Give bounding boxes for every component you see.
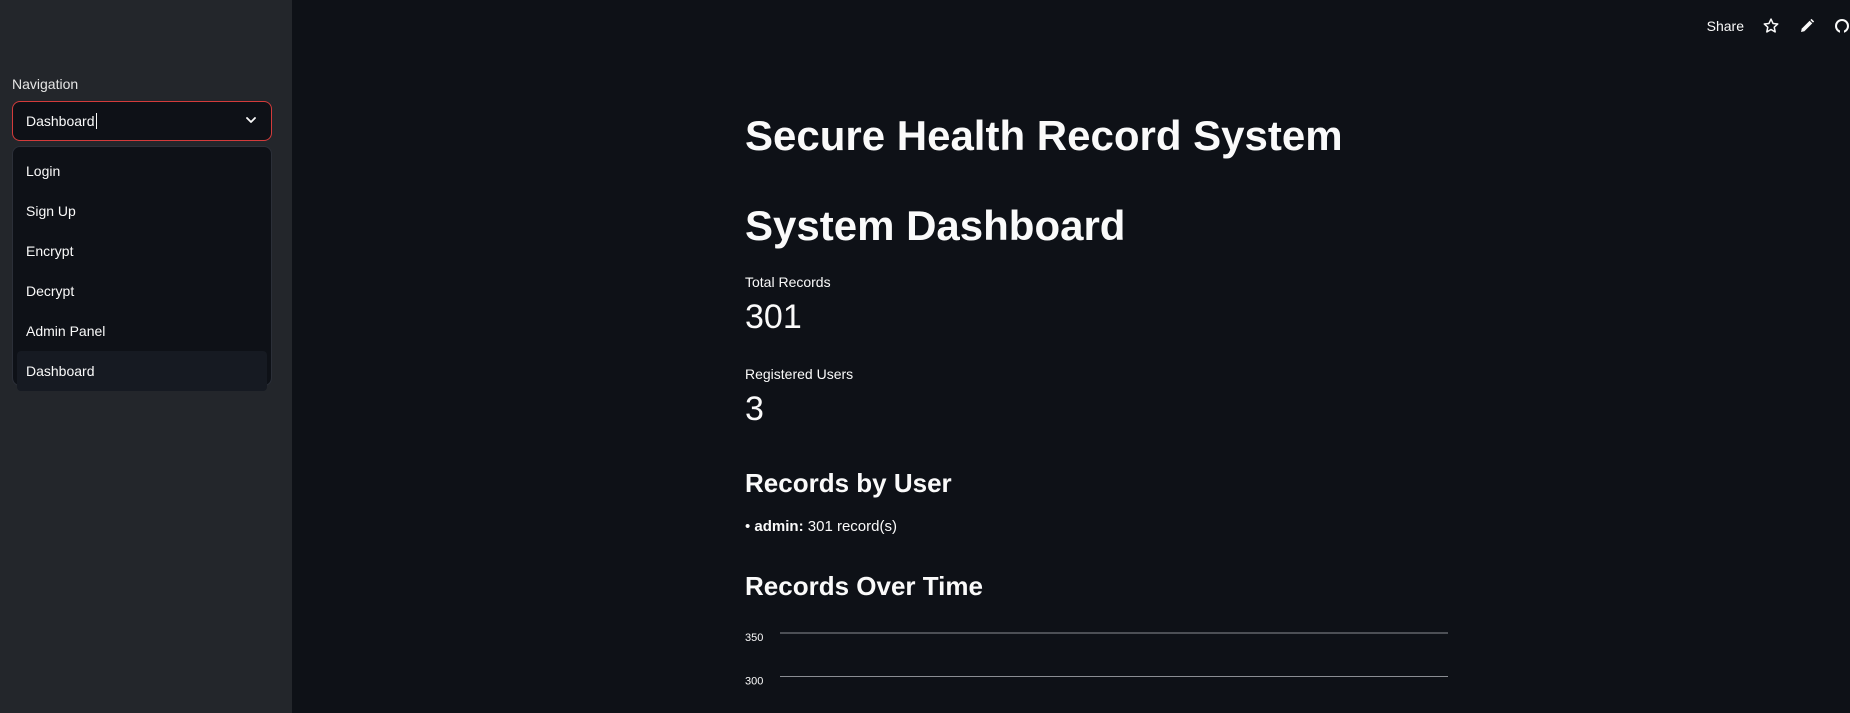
top-toolbar: Share (1707, 14, 1850, 38)
nav-option-sign-up[interactable]: Sign Up (13, 191, 271, 231)
edit-icon[interactable] (1798, 17, 1816, 35)
registered-users-label: Registered Users (745, 366, 854, 382)
registered-users-value: 3 (745, 390, 764, 428)
chart-y-tick-label: 350 (745, 632, 763, 644)
nav-option-admin-panel[interactable]: Admin Panel (13, 311, 271, 351)
records-over-time-title: Records Over Time (745, 571, 983, 601)
app-title: Secure Health Record System (745, 112, 1343, 159)
nav-option-decrypt[interactable]: Decrypt (13, 271, 271, 311)
records-by-user-item: • admin: 301 record(s) (745, 518, 897, 535)
text-cursor (95, 113, 97, 129)
total-records-value: 301 (745, 298, 802, 336)
record-user-name: admin: (754, 518, 804, 535)
share-button[interactable]: Share (1707, 18, 1744, 34)
navigation-select-value[interactable]: Dashboard (26, 113, 97, 129)
star-icon[interactable] (1762, 17, 1780, 35)
dashboard-title: System Dashboard (745, 202, 1126, 249)
record-user-count: 301 record(s) (807, 518, 897, 535)
total-records-label: Total Records (745, 274, 831, 290)
chart-y-tick-label: 300 (745, 676, 763, 688)
chevron-down-icon[interactable] (243, 112, 259, 128)
records-by-user-title: Records by User (745, 468, 952, 498)
navigation-label: Navigation (12, 76, 79, 92)
nav-option-encrypt[interactable]: Encrypt (13, 231, 271, 271)
navigation-select[interactable]: Dashboard (12, 101, 272, 141)
records-over-time-chart: 350300250 (745, 632, 1448, 688)
nav-option-login[interactable]: Login (13, 151, 271, 191)
sidebar: Navigation Dashboard Login Sign Up Encry… (0, 0, 292, 713)
nav-option-dashboard[interactable]: Dashboard (17, 351, 267, 391)
navigation-dropdown: Login Sign Up Encrypt Decrypt Admin Pane… (12, 146, 272, 391)
github-icon[interactable] (1834, 17, 1850, 35)
